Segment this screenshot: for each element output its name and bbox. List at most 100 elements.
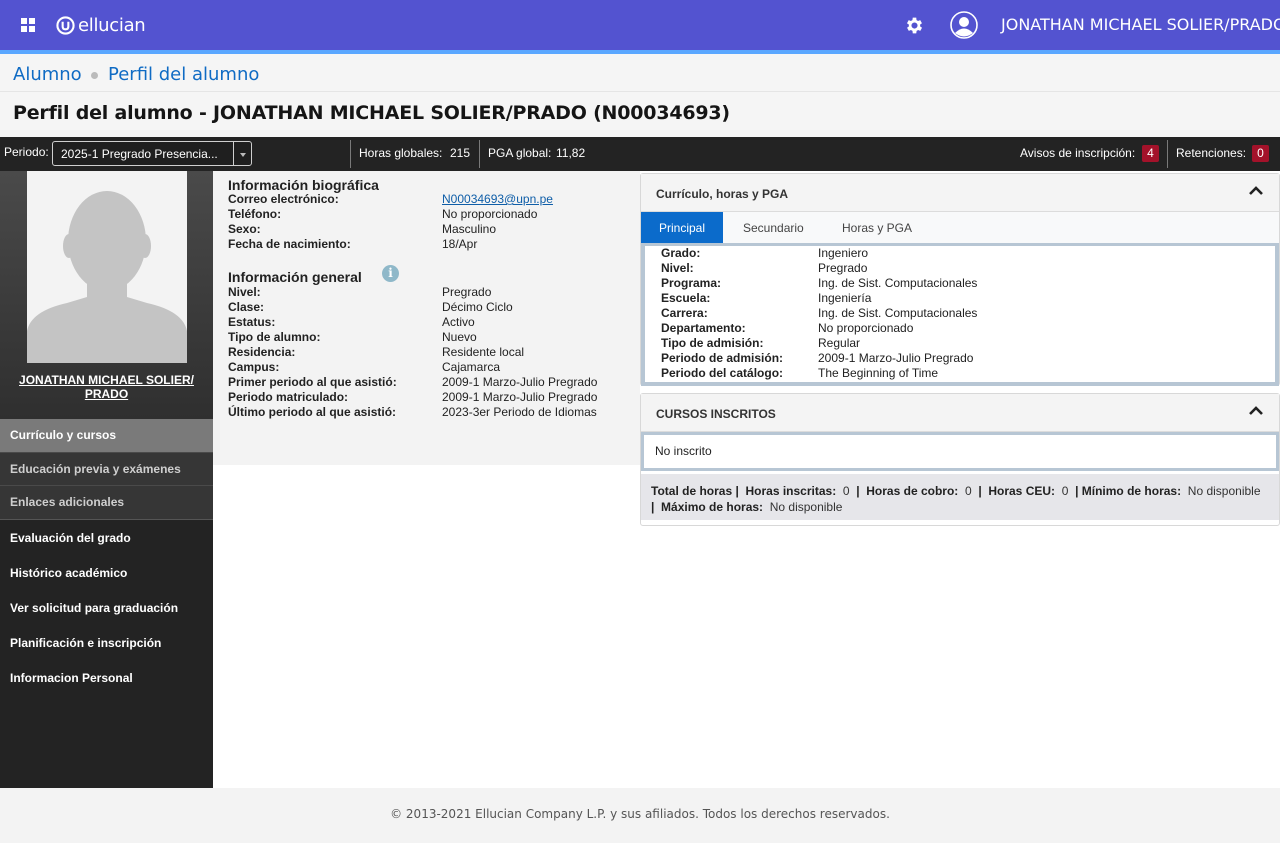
ellucian-logo-icon bbox=[56, 15, 75, 35]
tab-horas-pga[interactable]: Horas y PGA bbox=[824, 212, 930, 243]
profile-area: JONATHAN MICHAEL SOLIER/ PRADO bbox=[0, 171, 213, 419]
row-label: Tipo de admisión: bbox=[661, 336, 764, 350]
divider bbox=[479, 140, 480, 168]
general-row: Tipo de alumno: Nuevo bbox=[228, 330, 638, 345]
tab-principal[interactable]: Principal bbox=[641, 212, 724, 243]
ceu-hours-value: 0 bbox=[1061, 484, 1069, 498]
row-value: 2023-3er Periodo de Idiomas bbox=[442, 405, 597, 419]
curriculum-row: Carrera: Ing. de Sist. Computacionales bbox=[661, 306, 1261, 321]
card-header: Currículo, horas y PGA bbox=[641, 174, 1279, 212]
row-label: Último periodo al que asistió: bbox=[228, 405, 397, 419]
row-value: Activo bbox=[442, 315, 475, 329]
sidebar: JONATHAN MICHAEL SOLIER/ PRADO Currículo… bbox=[0, 171, 213, 788]
curriculum-row: Periodo de admisión: 2009-1 Marzo-Julio P… bbox=[661, 351, 1261, 366]
sidebar-item-evaluacion-grado[interactable]: Evaluación del grado bbox=[0, 521, 213, 556]
curriculum-row: Departamento: No proporcionado bbox=[661, 321, 1261, 336]
user-avatar-icon[interactable] bbox=[950, 11, 978, 39]
period-label: Periodo: bbox=[4, 145, 49, 159]
row-value: No proporcionado bbox=[818, 321, 914, 335]
period-select[interactable]: 2025-1 Pregrado Presencia... bbox=[52, 141, 252, 166]
row-value: Masculino bbox=[442, 222, 497, 236]
row-label: Sexo: bbox=[228, 222, 261, 236]
enrollment-alerts-label[interactable]: Avisos de inscripción: bbox=[1020, 146, 1135, 160]
row-label: Teléfono: bbox=[228, 207, 282, 221]
curriculum-row: Periodo del catálogo: The Beginning of Ti… bbox=[661, 366, 1261, 381]
bio-panel: Información biográfica Correo electrónic… bbox=[213, 171, 640, 465]
info-icon[interactable]: i bbox=[382, 265, 399, 282]
ellucian-logo[interactable]: ellucian bbox=[56, 14, 146, 36]
general-row: Nivel: Pregrado bbox=[228, 285, 638, 300]
curriculum-row: Escuela: Ingeniería bbox=[661, 291, 1261, 306]
row-value: 2009-1 Marzo-Julio Pregrado bbox=[442, 375, 598, 389]
email-link[interactable]: N00034693@upn.pe bbox=[442, 192, 553, 206]
general-row: Primer periodo al que asistió: 2009-1 Mar… bbox=[228, 375, 638, 390]
gear-icon[interactable] bbox=[904, 15, 925, 36]
ceu-hours-label: Horas CEU: bbox=[988, 484, 1056, 498]
billing-hours-label: Horas de cobro: bbox=[866, 484, 959, 498]
row-label: Grado: bbox=[661, 246, 701, 260]
separator: | bbox=[651, 500, 655, 514]
divider bbox=[1167, 140, 1168, 168]
row-label: Escuela: bbox=[661, 291, 711, 305]
curriculum-row: Tipo de admisión: Regular bbox=[661, 336, 1261, 351]
global-hours-value: 215 bbox=[450, 146, 471, 160]
row-value: 18/Apr bbox=[442, 237, 478, 251]
holds-badge[interactable]: 0 bbox=[1252, 145, 1269, 162]
chevron-up-icon[interactable] bbox=[1249, 406, 1263, 416]
row-value: Ingeniero bbox=[818, 246, 869, 260]
copyright-text: © 2013-2021 Ellucian Company L.P. y sus … bbox=[390, 807, 890, 821]
general-row: Clase: Décimo Ciclo bbox=[228, 300, 638, 315]
sidebar-item-planificacion-inscripcion[interactable]: Planificación e inscripción bbox=[0, 626, 213, 661]
header-username[interactable]: JONATHAN MICHAEL SOLIER/PRADO bbox=[1001, 15, 1280, 34]
general-row: Estatus: Activo bbox=[228, 315, 638, 330]
row-value: No proporcionado bbox=[442, 207, 538, 221]
row-label: Fecha de nacimiento: bbox=[228, 237, 351, 251]
breadcrumb-perfil[interactable]: Perfil del alumno bbox=[108, 64, 259, 85]
row-label: Tipo de alumno: bbox=[228, 330, 321, 344]
sidebar-item-informacion-personal[interactable]: Informacion Personal bbox=[0, 661, 213, 696]
sidebar-item-curriculo-cursos[interactable]: Currículo y cursos bbox=[0, 419, 213, 452]
row-label: Correo electrónico: bbox=[228, 192, 339, 206]
holds-label[interactable]: Retenciones: bbox=[1176, 146, 1246, 160]
sidebar-item-educacion-previa[interactable]: Educación previa y exámenes bbox=[0, 452, 213, 485]
sidebar-item-historico-academico[interactable]: Histórico académico bbox=[0, 556, 213, 591]
row-value: Ingeniería bbox=[818, 291, 872, 305]
separator: | bbox=[856, 484, 860, 498]
no-enrolled-text: No inscrito bbox=[655, 444, 712, 458]
apps-grid-icon[interactable] bbox=[21, 18, 35, 32]
page-title: Perfil del alumno - JONATHAN MICHAEL SOL… bbox=[13, 102, 730, 124]
row-value: 2009-1 Marzo-Julio Pregrado bbox=[442, 390, 598, 404]
bio-row-phone: Teléfono: No proporcionado bbox=[228, 207, 638, 222]
row-label: Departamento: bbox=[661, 321, 746, 335]
tab-secundario[interactable]: Secundario bbox=[725, 212, 822, 243]
breadcrumb-alumno[interactable]: Alumno bbox=[13, 64, 82, 85]
row-label: Primer periodo al que asistió: bbox=[228, 375, 397, 389]
bio-section-title: Información biográfica bbox=[228, 177, 379, 193]
row-label: Residencia: bbox=[228, 345, 296, 359]
row-label: Periodo de admisión: bbox=[661, 351, 784, 365]
row-label: Nivel: bbox=[661, 261, 694, 275]
student-name-link[interactable]: JONATHAN MICHAEL SOLIER/ PRADO bbox=[10, 373, 203, 401]
row-value: Pregrado bbox=[442, 285, 492, 299]
chevron-down-icon[interactable] bbox=[233, 142, 251, 165]
row-value: Cajamarca bbox=[442, 360, 501, 374]
row-value: Ing. de Sist. Computacionales bbox=[818, 306, 978, 320]
curriculum-row: Nivel: Pregrado bbox=[661, 261, 1261, 276]
row-value: 2009-1 Marzo-Julio Pregrado bbox=[818, 351, 974, 365]
billing-hours-value: 0 bbox=[964, 484, 972, 498]
sidebar-item-solicitud-graduacion[interactable]: Ver solicitud para graduación bbox=[0, 591, 213, 626]
enrollment-alerts-badge[interactable]: 4 bbox=[1142, 145, 1159, 162]
card-header: CURSOS INSCRITOS bbox=[641, 394, 1279, 432]
row-value: Regular bbox=[818, 336, 861, 350]
gpa-label: PGA global: bbox=[488, 146, 552, 160]
chevron-up-icon[interactable] bbox=[1249, 186, 1263, 196]
bio-row-birthdate: Fecha de nacimiento: 18/Apr bbox=[228, 237, 638, 252]
curriculum-row: Programa: Ing. de Sist. Computacionales bbox=[661, 276, 1261, 291]
row-label: Programa: bbox=[661, 276, 722, 290]
sidebar-item-enlaces-adicionales[interactable]: Enlaces adicionales bbox=[0, 485, 213, 520]
separator: | bbox=[978, 484, 982, 498]
row-label: Clase: bbox=[228, 300, 265, 314]
row-value: Nuevo bbox=[442, 330, 477, 344]
top-bar: ellucian JONATHAN MICHAEL SOLIER/PRADO bbox=[0, 0, 1280, 50]
enrolled-hours-value: 0 bbox=[842, 484, 850, 498]
